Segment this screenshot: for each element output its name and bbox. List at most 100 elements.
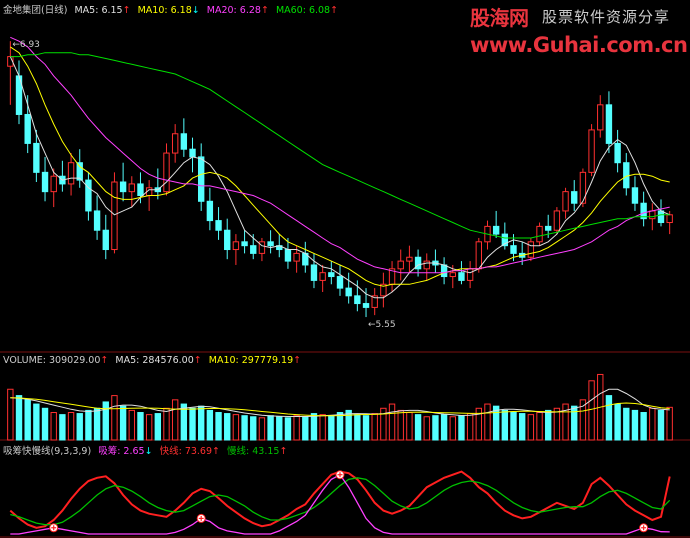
volume-bar bbox=[293, 415, 300, 441]
fast-line bbox=[9, 470, 671, 529]
volume-bar bbox=[267, 415, 274, 441]
volume-bar bbox=[406, 412, 413, 441]
volume-bar bbox=[215, 412, 222, 441]
watermark-url: www.Guhai.com.cn bbox=[470, 33, 688, 57]
volume-bar bbox=[631, 409, 639, 441]
candle-body bbox=[336, 276, 344, 289]
volume-bar bbox=[397, 409, 404, 441]
volume-bar bbox=[536, 412, 543, 441]
candle-body bbox=[24, 113, 31, 144]
volume-bar bbox=[128, 409, 135, 441]
candle-body bbox=[93, 210, 101, 231]
candle-body bbox=[649, 210, 656, 220]
volume-bar bbox=[67, 412, 75, 441]
candle-body bbox=[440, 264, 448, 278]
candle-body bbox=[597, 104, 604, 131]
arrow-up-icon: ↑ bbox=[122, 5, 131, 16]
volume-bar bbox=[432, 415, 439, 441]
volume-bar bbox=[241, 415, 248, 441]
arrow-up-icon: ↑ bbox=[212, 446, 220, 457]
candle-body bbox=[536, 225, 543, 243]
candle-body bbox=[354, 295, 361, 305]
candle-body bbox=[475, 241, 482, 270]
volume-bar bbox=[423, 416, 430, 441]
candle-body bbox=[198, 156, 205, 202]
arrow-down-icon: ↓ bbox=[191, 5, 200, 16]
watermark-tagline: 股票软件资源分享 bbox=[542, 8, 671, 26]
candle-body bbox=[510, 245, 517, 254]
volume-bar bbox=[232, 414, 240, 441]
candle-body bbox=[224, 229, 231, 251]
volume-readout: VOLUME: 309029.00↑ bbox=[3, 355, 109, 366]
volume-bar bbox=[623, 407, 630, 441]
candle-body bbox=[293, 252, 300, 262]
volume-bar bbox=[336, 412, 344, 441]
candle-body bbox=[571, 191, 578, 204]
candle-body bbox=[631, 187, 639, 204]
volume-bar bbox=[163, 407, 170, 441]
candle-body bbox=[310, 264, 318, 281]
volume-bar bbox=[640, 412, 647, 441]
slow-line-readout: 慢线: 43.15↑ bbox=[227, 446, 288, 457]
volume-panel-header: VOLUME: 309029.00↑ MA5: 284576.00↑ MA10:… bbox=[3, 355, 305, 366]
candle-body bbox=[241, 241, 248, 247]
volume-bar bbox=[319, 414, 326, 441]
volume-bar bbox=[15, 395, 23, 441]
volume-bar bbox=[7, 388, 14, 441]
candle-body bbox=[171, 133, 179, 154]
volume-bar bbox=[119, 405, 127, 441]
candle-body bbox=[562, 191, 569, 212]
candle-body bbox=[553, 210, 561, 231]
candle-body bbox=[111, 181, 118, 251]
candle-body bbox=[588, 129, 595, 173]
candle-body bbox=[605, 104, 613, 144]
candle-body bbox=[614, 142, 621, 164]
indicator-panel-header: 吸筹快慢线(9,3,3,9) 吸筹: 2.65↓ 快线: 73.69↑ 慢线: … bbox=[3, 443, 291, 457]
candle-body bbox=[319, 272, 326, 281]
volume-bar bbox=[414, 414, 422, 441]
volume-bar bbox=[328, 415, 335, 441]
volume-bar bbox=[33, 403, 40, 441]
stock-chart[interactable]: ←6.93 ←5.55 bbox=[0, 0, 690, 538]
volume-bar bbox=[449, 416, 456, 441]
candle-body bbox=[623, 162, 630, 189]
fast-line-readout: 快线: 73.69↑ bbox=[159, 446, 220, 457]
ma10-readout: MA10: 6.18↓ bbox=[137, 5, 200, 16]
candle-body bbox=[423, 260, 430, 270]
stock-name: 金地集团(日线) bbox=[3, 5, 68, 16]
volume-bar bbox=[189, 407, 196, 441]
volume-bar bbox=[466, 413, 474, 441]
candle-body bbox=[492, 225, 500, 235]
volume-bar bbox=[545, 409, 552, 441]
arrow-up-icon: ↑ bbox=[193, 355, 202, 366]
arrow-up-icon: ↑ bbox=[293, 355, 302, 366]
volume-bar bbox=[458, 415, 465, 441]
volume-bar bbox=[250, 416, 257, 441]
candle-body bbox=[545, 225, 552, 231]
volume-bar bbox=[206, 409, 214, 441]
candle-body bbox=[102, 229, 109, 251]
candle-body bbox=[180, 133, 188, 150]
candle-body bbox=[284, 249, 292, 262]
volume-bar bbox=[224, 413, 231, 441]
candle-body bbox=[250, 245, 257, 254]
volume-bar bbox=[657, 409, 665, 441]
candle-body bbox=[267, 241, 274, 247]
volume-bar bbox=[85, 409, 92, 441]
volume-bar bbox=[258, 417, 266, 441]
ma60-readout: MA60: 6.08↑ bbox=[275, 5, 339, 16]
watermark: 股海网 股票软件资源分享 www.Guhai.com.cn bbox=[470, 2, 688, 57]
volume-bar bbox=[527, 414, 535, 441]
candle-body bbox=[50, 175, 57, 193]
volume-bar bbox=[588, 380, 595, 441]
candle-body bbox=[137, 183, 144, 197]
price-panel-header: 金地集团(日线) MA5: 6.15↑ MA10: 6.18↓ MA20: 6.… bbox=[3, 2, 342, 16]
volume-bar bbox=[171, 399, 179, 441]
candle-body bbox=[527, 241, 535, 258]
candle-body bbox=[206, 200, 214, 222]
volume-bar bbox=[501, 409, 509, 441]
arrow-up-icon: ↑ bbox=[100, 355, 109, 366]
volume-bar bbox=[111, 395, 118, 441]
arrow-down-icon: ↓ bbox=[144, 446, 153, 457]
volume-bar bbox=[302, 416, 309, 441]
